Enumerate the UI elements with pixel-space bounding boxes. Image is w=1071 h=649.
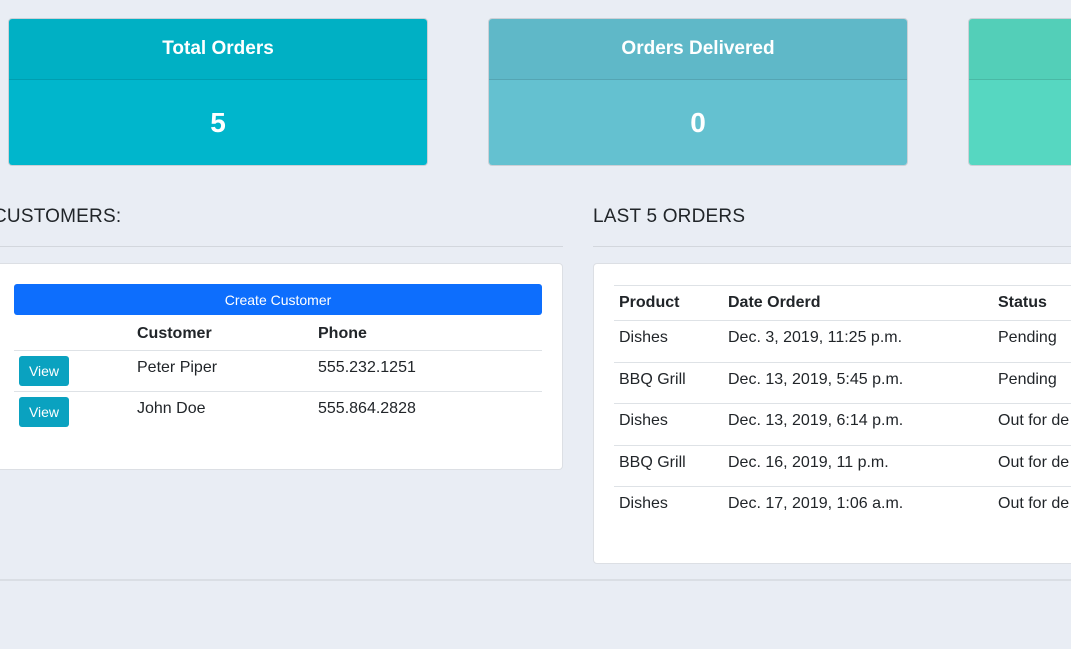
order-product: BBQ Grill bbox=[614, 445, 723, 487]
order-status: Out for de bbox=[993, 445, 1071, 487]
orders-delivered-label: Orders Delivered bbox=[489, 19, 907, 80]
customer-row: View Peter Piper 555.232.1251 bbox=[14, 350, 542, 392]
order-status: Pending bbox=[993, 362, 1071, 404]
order-row: BBQ Grill Dec. 16, 2019, 11 p.m. Out for… bbox=[614, 445, 1071, 487]
dashboard: Total Orders 5 Orders Delivered 0 CUSTOM… bbox=[0, 0, 1071, 649]
order-status: Out for de bbox=[998, 495, 1070, 512]
column-header-phone: Phone bbox=[318, 318, 542, 351]
customers-header-row: Customer Phone bbox=[14, 318, 542, 351]
column-header-product: Product bbox=[614, 285, 723, 321]
order-date: Dec. 16, 2019, 11 p.m. bbox=[723, 445, 993, 487]
orders-delivered-card: Orders Delivered 0 bbox=[488, 18, 908, 166]
customers-heading: CUSTOMERS: bbox=[0, 206, 122, 227]
customers-divider bbox=[0, 246, 563, 247]
customer-name: John Doe bbox=[137, 399, 206, 417]
column-header-status: Status bbox=[993, 285, 1071, 321]
third-stat-card bbox=[968, 18, 1071, 166]
orders-table: Product Date Orderd Status Dishes Dec. 3… bbox=[614, 285, 1071, 528]
total-orders-label: Total Orders bbox=[9, 19, 427, 80]
order-row: Dishes Dec. 3, 2019, 11:25 p.m. Pending bbox=[614, 320, 1071, 363]
column-header-customer: Customer bbox=[137, 318, 318, 351]
order-row: BBQ Grill Dec. 13, 2019, 5:45 p.m. Pendi… bbox=[614, 362, 1071, 404]
customers-table: Customer Phone View Peter Piper 555.232.… bbox=[14, 318, 542, 432]
order-product: Dishes bbox=[614, 403, 723, 446]
view-customer-button[interactable]: View bbox=[19, 355, 69, 386]
order-date: Dec. 13, 2019, 6:14 p.m. bbox=[723, 403, 993, 446]
view-customer-button[interactable]: View bbox=[19, 396, 69, 427]
order-product: Dishes bbox=[614, 320, 723, 363]
footer-divider bbox=[0, 579, 1071, 581]
customer-phone: 555.232.1251 bbox=[318, 350, 542, 392]
orders-heading: LAST 5 ORDERS bbox=[593, 206, 746, 227]
order-row: Dishes Dec. 13, 2019, 6:14 p.m. Out for … bbox=[614, 403, 1071, 446]
orders-header-row: Product Date Orderd Status bbox=[614, 285, 1071, 321]
third-stat-header bbox=[969, 19, 1071, 80]
order-product: BBQ Grill bbox=[614, 362, 723, 404]
orders-delivered-value: 0 bbox=[489, 80, 907, 165]
order-date: Dec. 3, 2019, 11:25 p.m. bbox=[723, 320, 993, 363]
column-header-action bbox=[14, 318, 137, 351]
customer-phone: 555.864.2828 bbox=[318, 399, 416, 417]
order-status: Out for de bbox=[993, 403, 1071, 446]
orders-divider bbox=[593, 246, 1071, 247]
order-status: Pending bbox=[993, 320, 1071, 363]
customer-row: View John Doe 555.864.2828 bbox=[14, 391, 542, 432]
order-date: Dec. 13, 2019, 5:45 p.m. bbox=[723, 362, 993, 404]
order-date: Dec. 17, 2019, 1:06 a.m. bbox=[728, 495, 904, 512]
total-orders-card: Total Orders 5 bbox=[8, 18, 428, 166]
third-stat-body bbox=[969, 80, 1071, 165]
order-product: Dishes bbox=[619, 495, 668, 512]
column-header-date: Date Orderd bbox=[723, 285, 993, 321]
customer-name: Peter Piper bbox=[137, 350, 318, 392]
order-row: Dishes Dec. 17, 2019, 1:06 a.m. Out for … bbox=[614, 487, 1071, 529]
create-customer-button[interactable]: Create Customer bbox=[14, 284, 542, 315]
total-orders-value: 5 bbox=[9, 80, 427, 165]
